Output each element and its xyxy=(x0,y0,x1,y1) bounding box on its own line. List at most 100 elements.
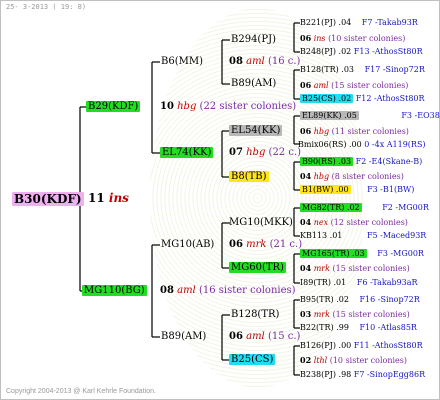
gen4-mid-row-2: 04 hbg (8 sister colonies) xyxy=(300,171,404,182)
gen5-row-20: B238(PJ) .98 F7 -SinopEgg86R xyxy=(300,370,425,380)
gen4-gen-1: 08 xyxy=(229,56,243,67)
gen5-sis-12: (12 sister colonies) xyxy=(330,218,408,227)
gen5-code-11: F2 -MG00R xyxy=(382,203,429,212)
gen5-code-3: F13 -AthosSt80R xyxy=(353,47,423,56)
gen5-gen-2: 06 xyxy=(300,33,312,43)
gen5-row-12: 04 nex (12 sister colonies) xyxy=(300,217,408,228)
gen5-row-1: B221(PJ) .04 F7 -Takab93R xyxy=(300,18,418,28)
root-gen: 11 xyxy=(88,191,105,205)
gen4-mid-type-2: hbg xyxy=(313,172,330,181)
gen5-id-10: B1(BW) .00 xyxy=(300,185,351,194)
gen5-row-18: B126(PJ) .00 F11 -AthosSt80R xyxy=(300,341,423,351)
gen2-gen-1: 10 xyxy=(160,101,174,112)
gen2-queen-1[interactable]: B29(KDF) xyxy=(86,101,141,113)
gen3-queen-2[interactable]: EL74(KK) xyxy=(160,147,214,159)
gen2-sis-1: (22 sister colonies) xyxy=(199,101,297,112)
gen5-row-4: B128(TR) .03 F17 -Sinop72R xyxy=(300,65,425,75)
gen5-id-7: EL89(KK) .05 xyxy=(300,111,359,120)
gen4-queen-5[interactable]: MG10(MKK) xyxy=(229,217,293,229)
gen5-code-20: F7 -SinopEgg86R xyxy=(353,370,426,379)
gen5-id-20: B238(PJ) .98 xyxy=(300,370,352,379)
gen5-sis-19: (10 sister colonies) xyxy=(329,356,407,365)
gen5-code-10: F3 -B1(BW) xyxy=(367,185,415,194)
gen5-row-11: MG82(TR) .02 F2 -MG00R xyxy=(300,203,429,213)
gen4-queen-7[interactable]: B128(TR) xyxy=(231,309,279,321)
gen4-mid-sis-3: (15 sister colonies) xyxy=(332,264,410,273)
gen5-code-4: F17 -Sinop72R xyxy=(364,65,425,74)
gen5-row-14: MG165(TR) .03 F3 -MG00R xyxy=(300,249,424,259)
gen4-queen-1[interactable]: B294(PJ) xyxy=(231,34,276,46)
root-gen-info: 11 ins xyxy=(88,192,129,204)
gen4-name-8: B25(CS) xyxy=(229,354,276,365)
gen4-queen-8[interactable]: B25(CS) xyxy=(229,354,276,366)
gen4-mid-row-1: 06 hbg (11 sister colonies) xyxy=(300,126,409,137)
gen2-type-2: aml xyxy=(177,285,196,296)
gen5-row-2: 06 ins (10 sister colonies) xyxy=(300,33,405,44)
gen2-name-1: B29(KDF) xyxy=(86,101,141,112)
gen3-queen-3[interactable]: MG10(AB) xyxy=(161,239,214,251)
gen3-sis-3: (21 c.) xyxy=(269,239,303,250)
gen4-name-4: B8(TB) xyxy=(229,171,269,182)
gen5-type-12: nex xyxy=(313,218,329,227)
gen5-id-11: MG82(TR) .02 xyxy=(300,203,362,212)
gen4-sis-1: (16 c.) xyxy=(267,56,301,67)
gen5-row-3: B248(PJ) .02 F13 -AthosSt80R xyxy=(300,47,423,57)
gen5-row-10: B1(BW) .00 F3 -B1(BW) xyxy=(300,185,414,195)
gen5-row-6: B25(CS) .02 F12 -AthosSt80R xyxy=(300,94,425,104)
gen4-info-1: 08 aml (16 c.) xyxy=(229,56,300,68)
gen5-id-3: B248(PJ) .02 xyxy=(300,47,352,56)
gen2-info-1: 10 hbg (22 sister colonies) xyxy=(160,101,296,113)
gen5-id-14: MG165(TR) .03 xyxy=(300,249,367,258)
root-type: ins xyxy=(108,191,129,205)
gen3-type-3: mrk xyxy=(246,239,267,250)
gen4-mid-row-4: 03 mrk (15 sister colonies) xyxy=(300,309,410,320)
gen4-sis-7: (15 c.) xyxy=(267,331,301,342)
gen5-gen-5: 06 xyxy=(300,80,312,90)
gen4-mid-gen-4: 03 xyxy=(300,309,312,319)
gen5-id-16: B95(TR) .02 xyxy=(300,295,349,304)
gen5-id-15: I89(TR) .01 xyxy=(300,278,347,287)
gen5-id-1: B221(PJ) .04 xyxy=(300,18,352,27)
gen4-name-6: MG60(TR) xyxy=(229,262,286,273)
gen5-row-17: B22(TR) .99 F10 -Atlas85R xyxy=(300,323,417,333)
gen5-row-8: Bmix06(RS) .00 0 -4x A119(RS) xyxy=(298,140,426,150)
gen5-id-13: KB113 .01 xyxy=(300,231,343,240)
gen5-row-19: 02 lthl (10 sister colonies) xyxy=(300,355,407,366)
gen2-gen-2: 08 xyxy=(160,285,174,296)
gen4-type-7: aml xyxy=(246,331,265,342)
gen5-code-14: F3 -MG00R xyxy=(377,249,424,258)
gen5-sis-2: (10 sister colonies) xyxy=(328,34,406,43)
gen5-row-15: I89(TR) .01 F6 -Takab93aR xyxy=(300,278,418,288)
gen4-queen-4[interactable]: B8(TB) xyxy=(229,171,269,183)
gen5-type-5: aml xyxy=(313,81,329,90)
gen5-code-17: F10 -Atlas85R xyxy=(359,323,417,332)
gen2-queen-2[interactable]: MG110(BG) xyxy=(82,285,147,297)
gen3-gen-3: 06 xyxy=(229,239,243,250)
gen3-gen-2: 07 xyxy=(229,147,243,158)
gen4-name-3: EL54(KK) xyxy=(229,125,283,136)
gen5-id-9: B90(RS) .03 xyxy=(300,157,354,166)
gen3-type-2: hbg xyxy=(246,147,266,158)
gen5-code-6: F12 -AthosSt80R xyxy=(355,94,425,103)
gen5-id-18: B126(PJ) .00 xyxy=(300,341,352,350)
gen5-sis-5: (15 sister colonies) xyxy=(331,81,409,90)
gen5-type-2: ins xyxy=(313,34,326,43)
gen5-row-13: KB113 .01 F5 -Maced93R xyxy=(300,231,426,241)
gen5-gen-12: 04 xyxy=(300,217,312,227)
gen4-mid-sis-1: (11 sister colonies) xyxy=(331,127,409,136)
gen5-code-9: F2 -E4(Skane-B) xyxy=(355,157,423,166)
gen4-queen-3[interactable]: EL54(KK) xyxy=(229,125,283,137)
gen2-sis-2: (16 sister colonies) xyxy=(198,285,296,296)
gen3-queen-4[interactable]: B89(AM) xyxy=(161,331,206,343)
gen5-code-7: F3 -EO386 xyxy=(401,111,440,120)
gen4-queen-6[interactable]: MG60(TR) xyxy=(229,262,286,274)
gen2-info-2: 08 aml (16 sister colonies) xyxy=(160,285,296,297)
gen4-mid-type-1: hbg xyxy=(313,127,330,136)
gen5-gen-19: 02 xyxy=(300,355,312,365)
root-queen[interactable]: B30(KDF) xyxy=(12,192,84,207)
gen3-queen-1[interactable]: B6(MM) xyxy=(161,56,203,68)
gen4-queen-2[interactable]: B89(AM) xyxy=(231,78,276,90)
gen5-code-18: F11 -AthosSt80R xyxy=(353,341,423,350)
gen2-type-1: hbg xyxy=(177,101,197,112)
gen4-mid-type-4: mrk xyxy=(313,310,330,319)
